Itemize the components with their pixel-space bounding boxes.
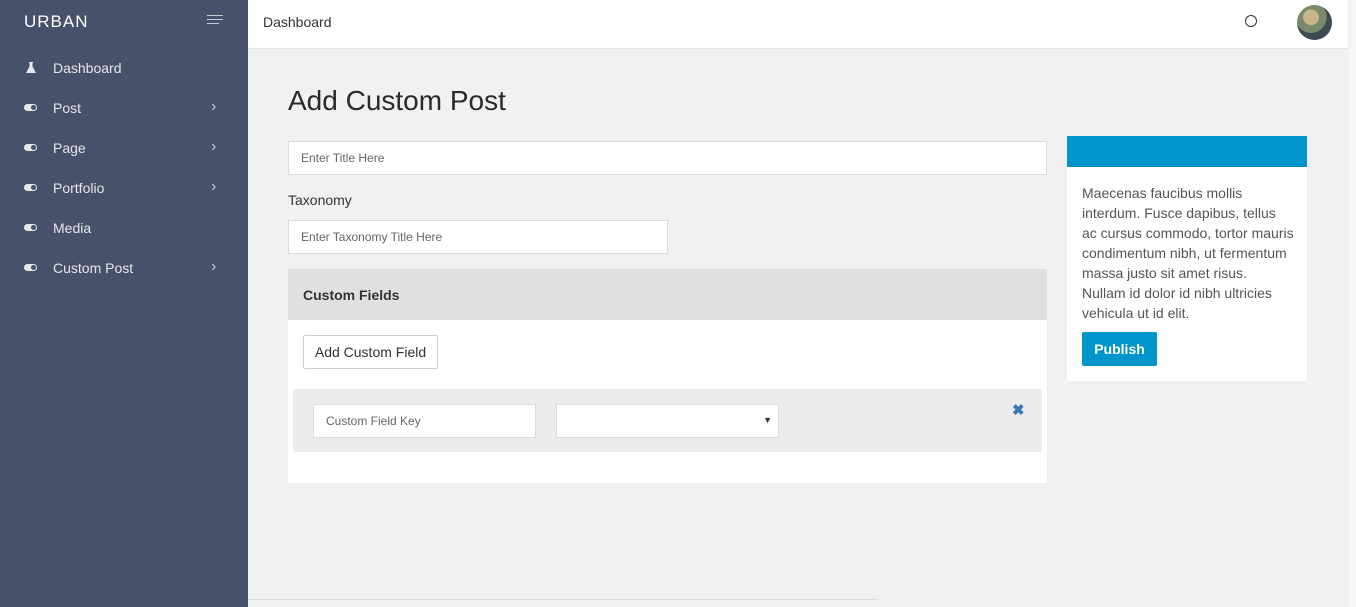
sidebar-item-portfolio[interactable]: Portfolio › bbox=[0, 168, 248, 208]
publish-description: Maecenas faucibus mollis interdum. Fusce… bbox=[1082, 185, 1294, 321]
sidebar-item-dashboard[interactable]: Dashboard bbox=[0, 48, 248, 88]
publish-panel: Maecenas faucibus mollis interdum. Fusce… bbox=[1067, 136, 1307, 381]
custom-fields-panel: Custom Fields Add Custom Field ▼ ✖ bbox=[288, 269, 1047, 483]
breadcrumb[interactable]: Dashboard bbox=[263, 14, 332, 30]
sidebar-item-label: Custom Post bbox=[53, 260, 134, 276]
caret-down-icon: ▼ bbox=[763, 415, 772, 425]
chevron-right-icon: › bbox=[211, 258, 217, 275]
custom-fields-header: Custom Fields bbox=[288, 269, 1047, 320]
menu-toggle-icon[interactable] bbox=[207, 15, 223, 27]
chevron-right-icon: › bbox=[211, 138, 217, 155]
circle-icon[interactable] bbox=[1245, 15, 1257, 27]
taxonomy-label: Taxonomy bbox=[288, 192, 352, 208]
custom-field-value-select[interactable]: ▼ bbox=[556, 404, 779, 438]
sidebar: URBAN Dashboard Post › Page › Portfolio … bbox=[0, 0, 248, 607]
custom-field-key-input[interactable] bbox=[313, 404, 536, 438]
add-custom-field-button[interactable]: Add Custom Field bbox=[303, 335, 438, 369]
taxonomy-input[interactable] bbox=[288, 220, 668, 254]
footer-divider bbox=[248, 599, 878, 600]
scrollbar[interactable] bbox=[1348, 0, 1356, 607]
page-title: Add Custom Post bbox=[288, 85, 506, 116]
toggle-icon bbox=[24, 144, 37, 151]
brand-logo[interactable]: URBAN bbox=[24, 12, 89, 32]
sidebar-item-media[interactable]: Media bbox=[0, 208, 248, 248]
toggle-icon bbox=[24, 104, 37, 111]
title-input[interactable] bbox=[288, 141, 1047, 175]
custom-fields-title: Custom Fields bbox=[303, 287, 400, 303]
chevron-right-icon: › bbox=[211, 98, 217, 115]
chevron-right-icon: › bbox=[211, 178, 217, 195]
sidebar-item-label: Dashboard bbox=[53, 60, 122, 76]
sidebar-item-label: Page bbox=[53, 140, 86, 156]
sidebar-item-page[interactable]: Page › bbox=[0, 128, 248, 168]
sidebar-item-post[interactable]: Post › bbox=[0, 88, 248, 128]
sidebar-item-custom-post[interactable]: Custom Post › bbox=[0, 248, 248, 288]
toggle-icon bbox=[24, 184, 37, 191]
top-bar: Dashboard bbox=[248, 0, 1348, 49]
flask-icon bbox=[26, 62, 36, 73]
publish-button[interactable]: Publish bbox=[1082, 332, 1157, 366]
remove-field-icon[interactable]: ✖ bbox=[1012, 401, 1025, 419]
toggle-icon bbox=[24, 224, 37, 231]
publish-header bbox=[1067, 136, 1307, 167]
sidebar-item-label: Post bbox=[53, 100, 82, 116]
toggle-icon bbox=[24, 264, 37, 271]
custom-field-row: ▼ ✖ bbox=[293, 389, 1042, 452]
avatar[interactable] bbox=[1297, 5, 1332, 40]
sidebar-item-label: Media bbox=[53, 220, 92, 236]
sidebar-item-label: Portfolio bbox=[53, 180, 105, 196]
